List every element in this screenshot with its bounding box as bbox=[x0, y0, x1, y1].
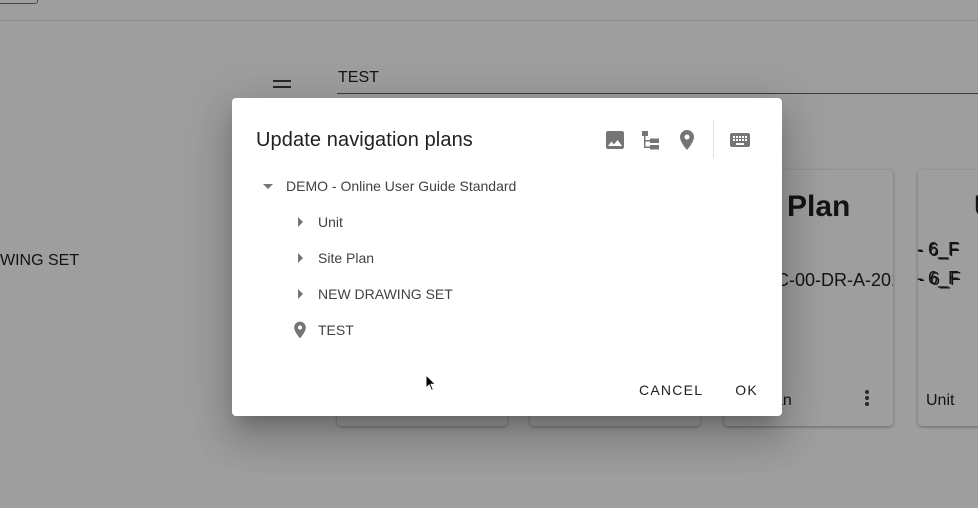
tree-item-label: Unit bbox=[318, 214, 343, 230]
caret-right-icon[interactable] bbox=[290, 212, 310, 232]
cancel-button[interactable]: CANCEL bbox=[623, 372, 719, 408]
dialog-title: Update navigation plans bbox=[256, 129, 473, 151]
caret-right-icon[interactable] bbox=[290, 284, 310, 304]
ok-button[interactable]: OK bbox=[719, 372, 774, 408]
image-icon[interactable] bbox=[603, 128, 627, 152]
tree-item-new-drawing-set[interactable]: NEW DRAWING SET bbox=[290, 276, 453, 312]
dialog-actions: CANCEL OK bbox=[623, 372, 774, 408]
toolbar-divider bbox=[713, 120, 714, 158]
location-pin-icon bbox=[290, 320, 310, 340]
tree-item-label: NEW DRAWING SET bbox=[318, 286, 453, 302]
tree-item-label: Site Plan bbox=[318, 250, 375, 266]
tree-item-unit[interactable]: Unit bbox=[290, 204, 343, 240]
tree-item-test[interactable]: TEST bbox=[290, 312, 354, 348]
tree-item-label: DEMO - Online User Guide Standard bbox=[286, 178, 517, 194]
tree-item-root[interactable]: DEMO - Online User Guide Standard bbox=[258, 168, 516, 204]
tree-view-icon[interactable] bbox=[639, 128, 663, 152]
mouse-cursor-icon bbox=[425, 374, 437, 392]
tree-item-site-plan[interactable]: Site Plan bbox=[290, 240, 374, 276]
keyboard-icon[interactable] bbox=[728, 128, 752, 152]
tree-item-label: TEST bbox=[318, 322, 354, 338]
caret-down-icon[interactable] bbox=[258, 176, 278, 196]
location-pin-icon[interactable] bbox=[675, 128, 699, 152]
update-navigation-plans-dialog: Update navigation plans DEMO - Online Us… bbox=[232, 98, 782, 416]
caret-right-icon[interactable] bbox=[290, 248, 310, 268]
